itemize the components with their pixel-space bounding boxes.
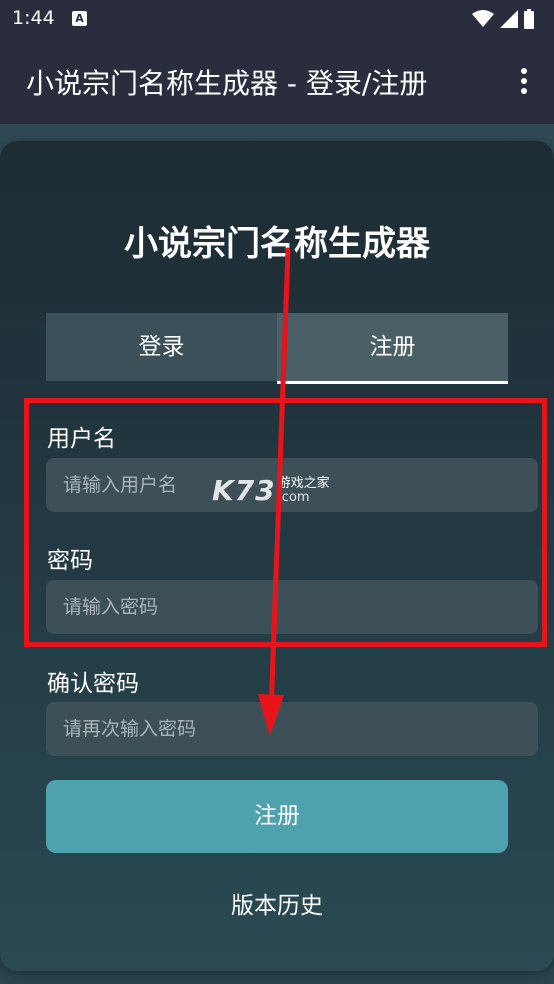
wifi-icon — [472, 10, 494, 27]
status-time: 1:44 — [12, 7, 55, 29]
confirm-password-input[interactable] — [46, 702, 538, 756]
watermark-domain: .com — [277, 490, 310, 505]
battery-icon — [524, 9, 534, 29]
app-title: 小说宗门名称生成器 - 登录/注册 — [26, 67, 428, 100]
signal-icon — [500, 10, 518, 28]
watermark-logo: K73 — [212, 474, 276, 507]
watermark: K73 游戏之家 .com — [212, 474, 330, 507]
app-bar: 小说宗门名称生成器 - 登录/注册 — [0, 38, 554, 124]
version-history-link[interactable]: 版本历史 — [0, 886, 554, 920]
register-button[interactable]: 注册 — [46, 780, 508, 853]
more-vert-icon[interactable] — [520, 68, 528, 94]
status-icons — [472, 9, 534, 29]
auth-tabs: 登录 注册 — [46, 313, 508, 384]
card-title: 小说宗门名称生成器 — [124, 224, 430, 264]
status-bar: 1:44 A — [0, 0, 554, 38]
confirm-password-label: 确认密码 — [47, 671, 139, 697]
tab-register[interactable]: 注册 — [277, 313, 508, 384]
notification-a-icon: A — [72, 11, 87, 26]
watermark-text: 游戏之家 — [277, 476, 330, 491]
annotation-highlight-box — [24, 398, 547, 647]
tab-login[interactable]: 登录 — [46, 313, 277, 381]
